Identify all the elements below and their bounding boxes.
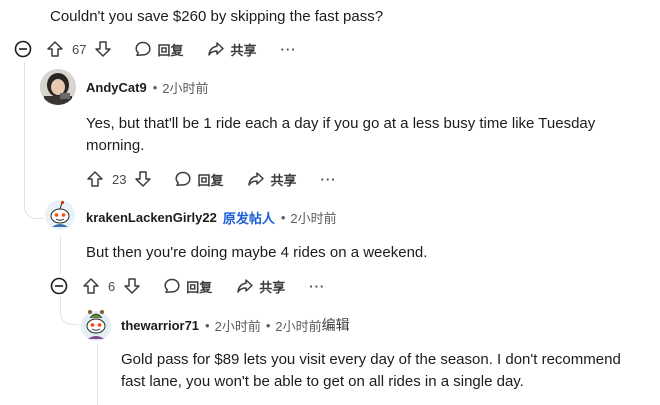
comment-meta: thewarrior71 • 2小时前 • 2小时前 编辑: [121, 315, 350, 335]
thread-line: [24, 62, 25, 192]
timestamp[interactable]: 2小时前: [290, 208, 336, 227]
more-options-button[interactable]: ···: [321, 172, 337, 187]
meta-separator: •: [205, 317, 210, 333]
upvote-icon[interactable]: [86, 170, 104, 188]
more-options-button[interactable]: ···: [309, 279, 325, 294]
vote-count: 67: [72, 41, 87, 57]
vote-count: 23: [112, 171, 127, 187]
vote-count: 6: [108, 278, 116, 294]
comment-actions: 23 回复 共享 ···: [86, 168, 337, 190]
thread-curve: [24, 190, 43, 219]
comment-body-line: fast lane, you won't be able to get on a…: [121, 373, 524, 390]
share-label: 共享: [230, 42, 257, 58]
collapse-icon[interactable]: [14, 40, 32, 58]
share-button[interactable]: 共享: [207, 40, 257, 59]
reply-button[interactable]: 回复: [174, 170, 223, 189]
edited-timestamp: 2小时前: [275, 318, 322, 334]
share-label: 共享: [259, 279, 286, 295]
share-button[interactable]: 共享: [236, 277, 285, 296]
timestamp[interactable]: 2小时前: [162, 78, 208, 97]
comment-meta: krakenLackenGirly22 原发帖人 • 2小时前: [86, 208, 337, 227]
avatar[interactable]: [40, 69, 76, 105]
comment-body: Couldn't you save $260 by skipping the f…: [50, 8, 384, 25]
comment-body-line: morning.: [86, 137, 145, 154]
author-name[interactable]: krakenLackenGirly22: [86, 210, 217, 225]
downvote-icon[interactable]: [123, 277, 141, 295]
comment-body: Yes, but that'll be 1 ride each a day if…: [86, 113, 595, 157]
comment-body: But then you're doing maybe 4 rides on a…: [86, 244, 428, 261]
meta-separator: •: [280, 210, 286, 225]
avatar[interactable]: [44, 199, 76, 231]
reply-icon: [134, 40, 152, 58]
more-options-button[interactable]: ···: [281, 42, 297, 57]
share-button[interactable]: 共享: [247, 170, 297, 189]
reply-label: 回复: [197, 172, 224, 188]
share-icon: [207, 40, 225, 58]
upvote-icon[interactable]: [82, 277, 100, 295]
reply-label: 回复: [186, 279, 213, 295]
comment-actions: 67 回复 共享 ···: [14, 38, 297, 60]
meta-separator: •: [152, 80, 158, 95]
author-name[interactable]: AndyCat9: [86, 80, 147, 95]
op-badge: 原发帖人: [222, 211, 275, 226]
downvote-icon[interactable]: [94, 40, 112, 58]
share-icon: [236, 277, 254, 295]
avatar[interactable]: [80, 306, 112, 342]
timestamp[interactable]: 2小时前: [215, 316, 261, 335]
downvote-icon[interactable]: [134, 170, 152, 188]
reply-button[interactable]: 回复: [163, 277, 212, 296]
comment-actions: 6 回复 共享 ···: [50, 275, 325, 297]
author-name[interactable]: thewarrior71: [121, 318, 199, 333]
comment-meta: AndyCat9 • 2小时前: [86, 78, 208, 97]
collapse-icon[interactable]: [50, 277, 68, 295]
reply-button[interactable]: 回复: [134, 40, 183, 59]
thread-line: [97, 344, 98, 405]
reply-icon: [163, 277, 181, 295]
meta-separator: •: [265, 317, 271, 333]
reply-icon: [174, 170, 192, 188]
comment-body: Gold pass for $89 lets you visit every d…: [121, 349, 621, 393]
upvote-icon[interactable]: [46, 40, 64, 58]
share-icon: [247, 170, 265, 188]
comment-body-line: Yes, but that'll be 1 ride each a day if…: [86, 115, 596, 132]
reply-label: 回复: [157, 42, 184, 58]
thread-curve: [60, 298, 79, 325]
thread-line: [60, 236, 61, 274]
comment-body-line: Gold pass for $89 lets you visit every d…: [121, 351, 621, 368]
edited-label: 编辑: [321, 317, 350, 333]
share-label: 共享: [270, 172, 297, 188]
